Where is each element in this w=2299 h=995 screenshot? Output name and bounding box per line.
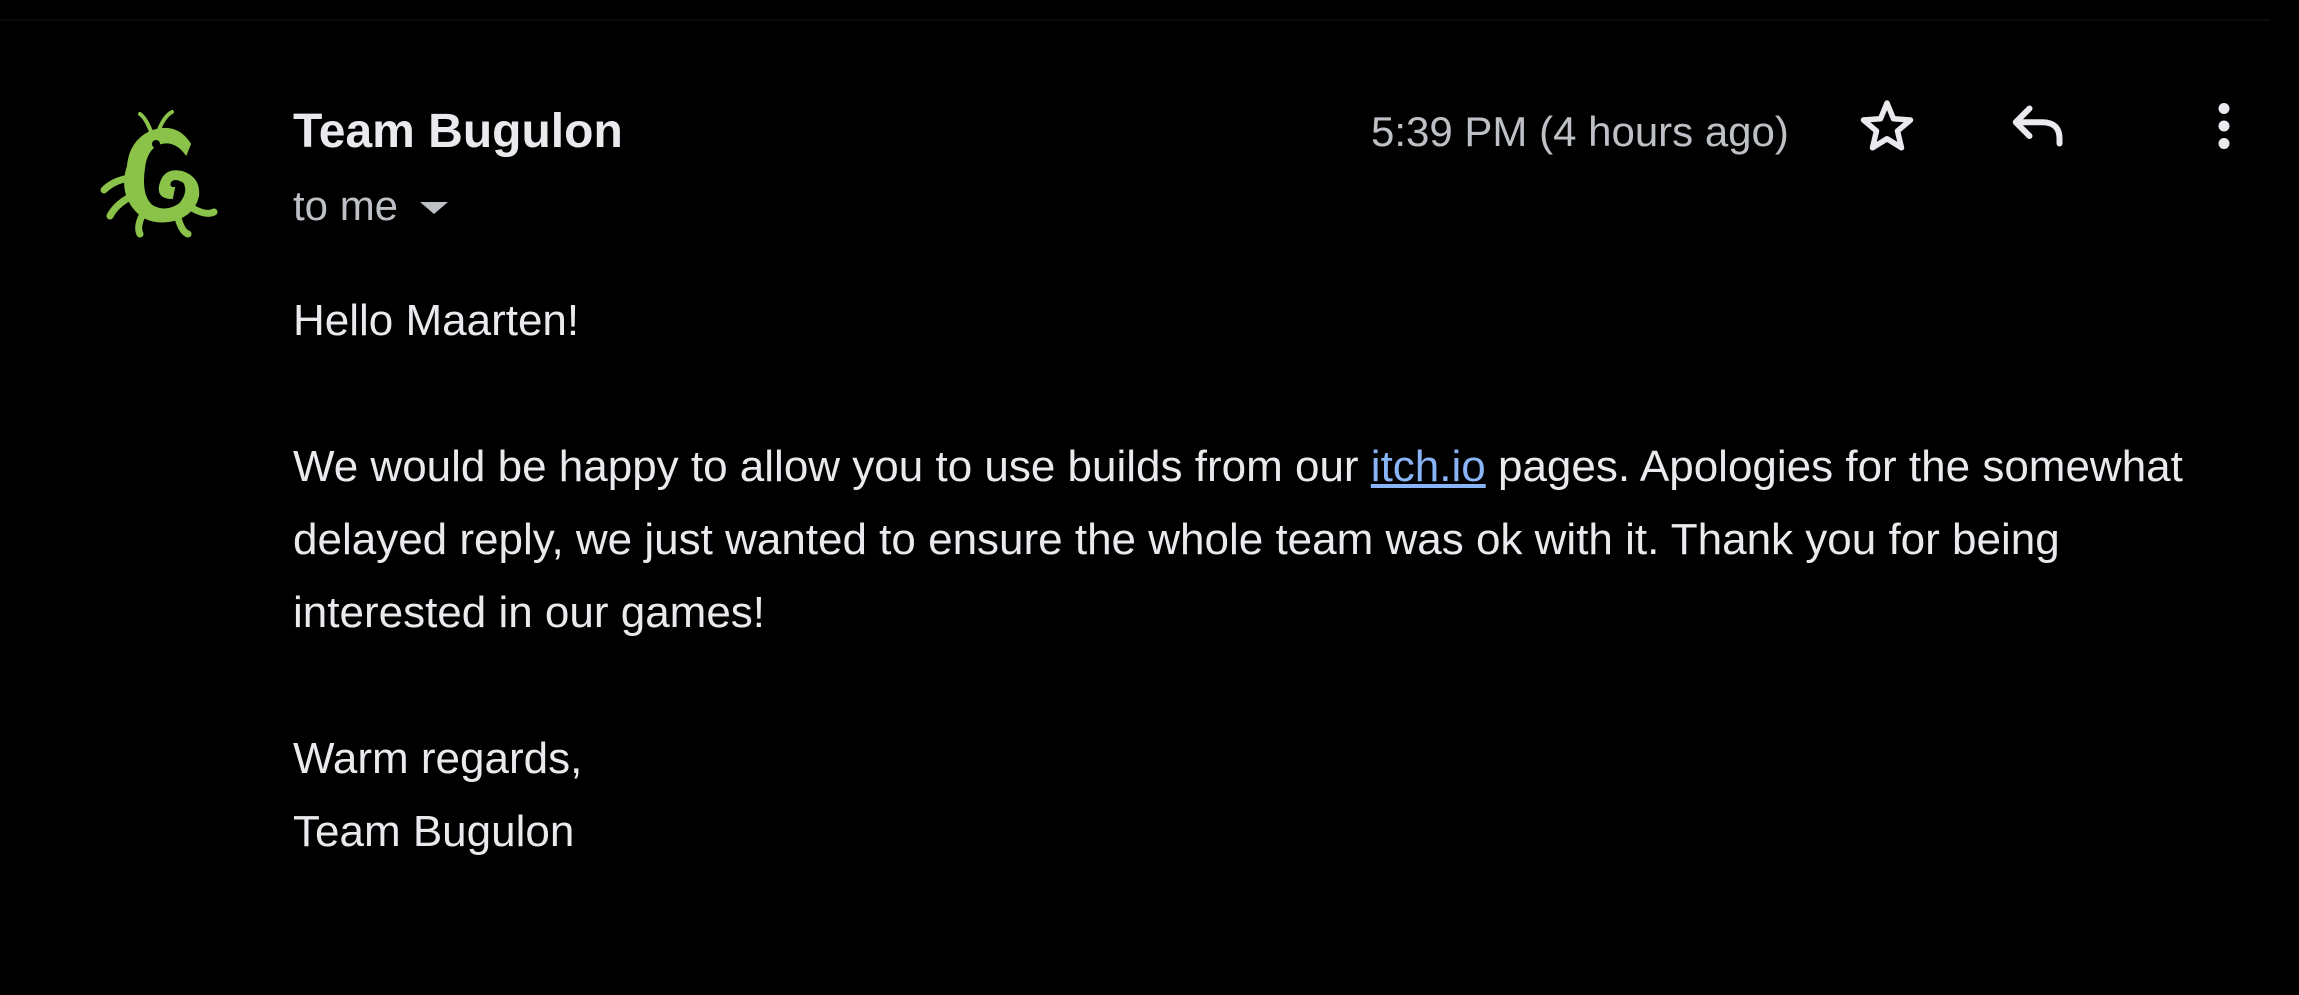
signature-text: Team Bugulon bbox=[293, 807, 575, 856]
more-vertical-icon bbox=[2218, 103, 2230, 149]
main-paragraph: We would be happy to allow you to use bu… bbox=[293, 430, 2243, 649]
greeting-text: Hello Maarten! bbox=[293, 296, 580, 345]
paragraph-text-before-link: We would be happy to allow you to use bu… bbox=[293, 442, 1371, 491]
bug-creature-logo-icon bbox=[100, 110, 218, 238]
star-outline-icon bbox=[1860, 100, 1914, 151]
itch-io-link[interactable]: itch.io bbox=[1371, 442, 1486, 491]
caret-down-icon bbox=[420, 202, 449, 214]
recipient-label: to me bbox=[293, 182, 399, 229]
recipient-details-toggle[interactable]: to me bbox=[293, 182, 449, 230]
top-divider bbox=[0, 19, 2270, 21]
email-message-view: Team Bugulon to me 5:39 PM (4 hours ago) bbox=[0, 0, 2299, 995]
reply-button[interactable] bbox=[2001, 90, 2073, 162]
message-header: Team Bugulon to me 5:39 PM (4 hours ago) bbox=[293, 98, 2243, 238]
more-options-button[interactable] bbox=[2188, 90, 2260, 162]
reply-arrow-icon bbox=[2012, 105, 2063, 147]
message-timestamp: 5:39 PM (4 hours ago) bbox=[1371, 108, 1789, 155]
sender-avatar[interactable] bbox=[94, 108, 220, 238]
sender-name[interactable]: Team Bugulon bbox=[293, 104, 623, 159]
closing-text: Warm regards, bbox=[293, 734, 583, 783]
star-button[interactable] bbox=[1851, 90, 1923, 162]
message-body: Hello Maarten! We would be happy to allo… bbox=[293, 284, 2243, 868]
